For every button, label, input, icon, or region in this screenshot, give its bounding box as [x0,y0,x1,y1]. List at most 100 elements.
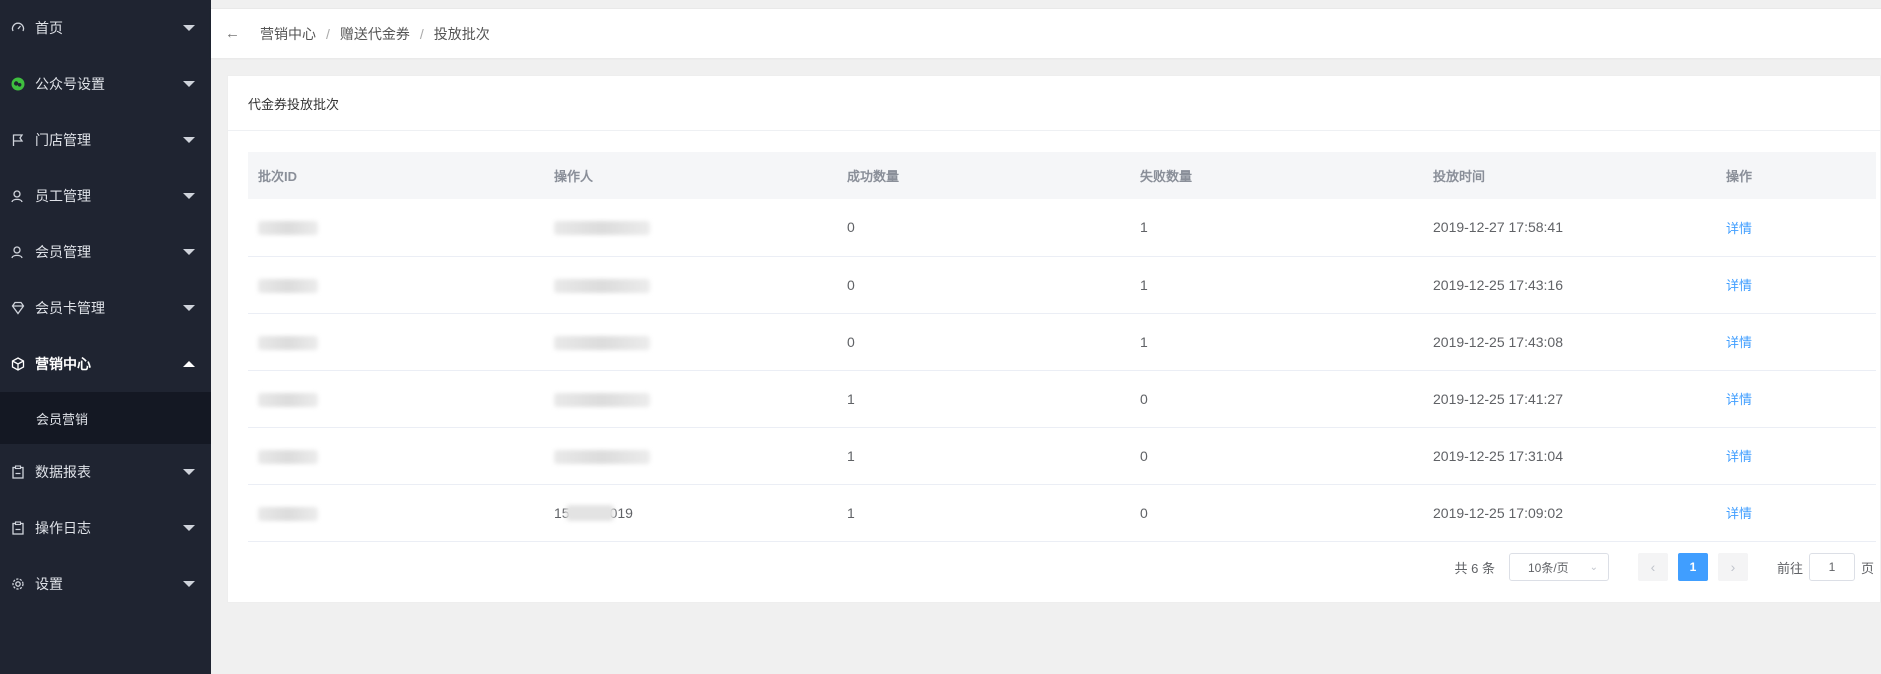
column-header-action: 操作 [1726,169,1753,184]
column-header-fail: 失败数量 [1140,169,1193,184]
sidebar-item-marketing[interactable]: 营销中心 [0,336,211,392]
sidebar-item-members[interactable]: 会员管理 [0,224,211,280]
table-row: 15 019 1 0 2019-12-25 17:09:02 详情 [248,484,1876,541]
wechat-icon [11,77,25,91]
caret-down-icon [183,137,195,143]
cell-action: 详情 [1716,313,1876,370]
sidebar-item-settings[interactable]: 设置 [0,556,211,612]
table-row: 1 0 2019-12-25 17:31:04 详情 [248,427,1876,484]
clipboard-icon [11,521,25,535]
caret-down-icon [183,249,195,255]
sidebar-subitem-member-marketing[interactable]: 会员营销 [0,392,211,444]
detail-link[interactable]: 详情 [1726,335,1752,350]
detail-link[interactable]: 详情 [1726,278,1752,293]
cell-time: 2019-12-25 17:43:16 [1433,276,1563,293]
goto-suffix: 页 [1860,560,1874,576]
sidebar-item-member-card[interactable]: 会员卡管理 [0,280,211,336]
sidebar-item-logs[interactable]: 操作日志 [0,500,211,556]
cell-operator [544,199,837,256]
cell-fail: 1 [1140,276,1148,293]
table-header-row: 批次ID 操作人 成功数量 失败数量 投放时间 操作 [248,152,1876,199]
arrow-left-icon[interactable]: ← [225,25,240,42]
redacted-batch-id [258,221,318,236]
prev-page-button[interactable]: ‹ [1637,553,1668,581]
cell-time: 2019-12-25 17:41:27 [1433,390,1563,407]
sidebar-item-label: 设置 [35,576,63,592]
sidebar-item-home[interactable]: 首页 [0,0,211,56]
cell-action: 详情 [1716,199,1876,256]
redacted-batch-id [258,449,318,464]
sidebar-item-label: 首页 [35,20,63,36]
breadcrumb-item[interactable]: 赠送代金券 [340,24,410,44]
sidebar-item-staff[interactable]: 员工管理 [0,168,211,224]
redacted-operator [554,449,650,464]
breadcrumb-separator: / [419,25,424,42]
caret-down-icon [183,581,195,587]
redacted-batch-id [258,335,318,350]
cell-time: 2019-12-27 17:58:41 [1433,219,1563,236]
breadcrumb-item[interactable]: 营销中心 [260,24,316,44]
gear-icon [11,577,25,591]
chevron-down-icon: ⌄ [1589,561,1598,573]
page-number-button[interactable]: 1 [1677,553,1708,581]
cell-success: 1 [847,390,855,407]
sidebar-item-label: 会员管理 [35,244,91,260]
sidebar-item-label: 营销中心 [35,356,91,372]
cell-fail: 0 [1140,390,1148,407]
cell-fail: 1 [1140,219,1148,236]
cell-operator [544,256,837,313]
cell-batch-id [248,256,544,313]
cell-action: 详情 [1716,427,1876,484]
caret-down-icon [183,305,195,311]
sidebar-item-label: 会员卡管理 [35,300,105,316]
table-row: 0 1 2019-12-27 17:58:41 详情 [248,199,1876,256]
cell-operator: 15 019 [544,484,837,541]
breadcrumb-item-current: 投放批次 [433,25,490,42]
operator-partial: 15 019 [554,504,633,521]
user-icon [11,245,25,259]
column-header-success: 成功数量 [847,169,900,184]
page-size-select[interactable]: 10条/页 ⌄ [1508,553,1609,581]
next-page-button[interactable]: › [1717,553,1748,581]
redacted-operator [554,335,650,350]
cell-success: 0 [847,333,855,350]
redacted-operator [554,221,650,236]
sidebar-item-wechat-settings[interactable]: 公众号设置 [0,56,211,112]
table-row: 0 1 2019-12-25 17:43:08 详情 [248,313,1876,370]
table-row: 1 0 2019-12-25 17:41:27 详情 [248,370,1876,427]
detail-link[interactable]: 详情 [1726,449,1752,464]
cell-operator [544,313,837,370]
detail-link[interactable]: 详情 [1726,221,1752,236]
clipboard-icon [11,465,25,479]
sidebar: 首页 公众号设置 门店管理 员工管理 会员管理 会员卡管理 营销中心 会员营销 … [0,0,211,674]
sidebar-item-reports[interactable]: 数据报表 [0,444,211,500]
cell-operator [544,427,837,484]
caret-up-icon [183,361,195,367]
cell-batch-id [248,199,544,256]
cell-action: 详情 [1716,484,1876,541]
cell-batch-id [248,427,544,484]
cell-batch-id [248,484,544,541]
caret-down-icon [183,81,195,87]
pagination-total: 共 6 条 [1454,560,1495,576]
diamond-icon [11,301,25,315]
cell-success: 0 [847,276,855,293]
goto-page: 前往 页 [1777,553,1874,581]
sidebar-item-store[interactable]: 门店管理 [0,112,211,168]
detail-link[interactable]: 详情 [1726,392,1752,407]
user-icon [11,189,25,203]
sidebar-item-label: 数据报表 [35,464,91,480]
sidebar-subitem-label: 会员营销 [36,411,89,427]
table-row: 0 1 2019-12-25 17:43:16 详情 [248,256,1876,313]
cell-success: 1 [847,447,855,464]
redacted-operator [554,392,650,407]
column-header-operator: 操作人 [554,169,594,184]
goto-page-input[interactable] [1808,553,1855,581]
detail-link[interactable]: 详情 [1726,506,1752,521]
flag-icon [11,133,25,147]
redacted-operator-middle [565,504,614,521]
goto-label: 前往 [1776,560,1803,576]
cell-success: 0 [847,219,855,236]
box-icon [11,357,25,371]
card-title: 代金券投放批次 [228,76,1880,131]
